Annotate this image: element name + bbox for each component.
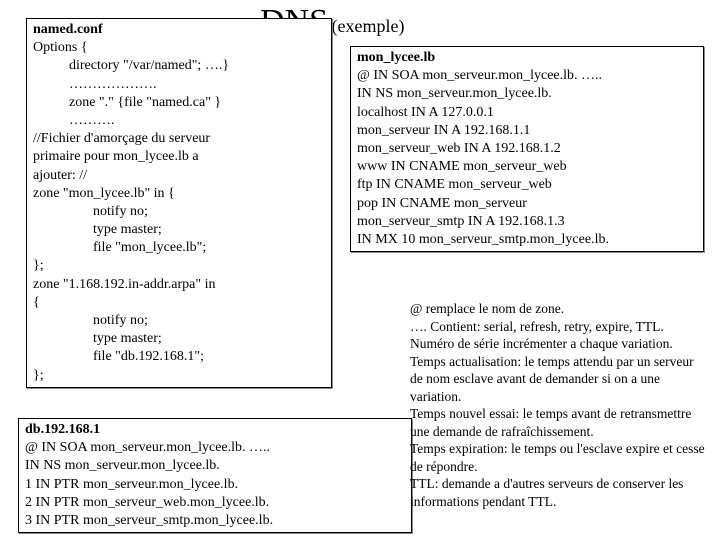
zone-line: mon_serveur IN A 192.168.1.1 bbox=[357, 122, 697, 140]
zone-line: localhost IN A 127.0.0.1 bbox=[357, 104, 697, 122]
named-conf-box: named.conf Options { directory "/var/nam… bbox=[26, 18, 332, 388]
named-line: Options { bbox=[33, 39, 325, 57]
named-line: }; bbox=[33, 257, 325, 275]
db-line: @ IN SOA mon_serveur.mon_lycee.lb. ….. bbox=[25, 439, 405, 457]
zone-line: mon_serveur_web IN A 192.168.1.2 bbox=[357, 140, 697, 158]
note-line: Numéro de série incrémenter a chaque var… bbox=[410, 335, 706, 353]
zone-line: www IN CNAME mon_serveur_web bbox=[357, 158, 697, 176]
zone-line: @ IN SOA mon_serveur.mon_lycee.lb. ….. bbox=[357, 67, 697, 85]
named-line: }; bbox=[33, 367, 325, 385]
named-line: { bbox=[33, 294, 325, 312]
db-heading: db.192.168.1 bbox=[25, 421, 405, 439]
note-line: @ remplace le nom de zone. bbox=[410, 300, 706, 318]
zone-heading: mon_lycee.lb bbox=[357, 49, 697, 67]
zone-line: IN NS mon_serveur.mon_lycee.lb. bbox=[357, 85, 697, 103]
title-small: (exemple) bbox=[332, 16, 405, 36]
note-line: Temps actualisation: le temps attendu pa… bbox=[410, 353, 706, 406]
zone-line: ftp IN CNAME mon_serveur_web bbox=[357, 176, 697, 194]
named-line: ………………. bbox=[33, 76, 325, 94]
zone-file-box: mon_lycee.lb @ IN SOA mon_serveur.mon_ly… bbox=[350, 46, 704, 252]
named-line: file "mon_lycee.lb"; bbox=[33, 239, 325, 257]
named-line: ………. bbox=[33, 112, 325, 130]
db-line: IN NS mon_serveur.mon_lycee.lb. bbox=[25, 457, 405, 475]
note-line: TTL: demande a d'autres serveurs de cons… bbox=[410, 475, 706, 510]
zone-line: IN MX 10 mon_serveur_smtp.mon_lycee.lb. bbox=[357, 231, 697, 249]
zone-line: pop IN CNAME mon_serveur bbox=[357, 195, 697, 213]
named-line: file "db.192.168.1"; bbox=[33, 348, 325, 366]
named-line: ajouter: // bbox=[33, 167, 325, 185]
named-line: zone "mon_lycee.lb" in { bbox=[33, 185, 325, 203]
named-line: primaire pour mon_lycee.lb a bbox=[33, 148, 325, 166]
named-line: zone "1.168.192.in-addr.arpa" in bbox=[33, 276, 325, 294]
zone-line: mon_serveur_smtp IN A 192.168.1.3 bbox=[357, 213, 697, 231]
db-file-box: db.192.168.1 @ IN SOA mon_serveur.mon_ly… bbox=[18, 418, 412, 533]
named-line: type master; bbox=[33, 221, 325, 239]
notes-block: @ remplace le nom de zone. …. Contient: … bbox=[410, 300, 706, 511]
named-line: notify no; bbox=[33, 312, 325, 330]
named-line: //Fichier d'amorçage du serveur bbox=[33, 130, 325, 148]
db-line: 3 IN PTR mon_serveur_smtp.mon_lycee.lb. bbox=[25, 512, 405, 530]
db-line: 1 IN PTR mon_serveur.mon_lycee.lb. bbox=[25, 476, 405, 494]
named-heading: named.conf bbox=[33, 21, 325, 39]
named-line: type master; bbox=[33, 330, 325, 348]
named-line: notify no; bbox=[33, 203, 325, 221]
note-line: Temps nouvel essai: le temps avant de re… bbox=[410, 405, 706, 440]
note-line: Temps expiration: le temps ou l'esclave … bbox=[410, 440, 706, 475]
note-line: …. Contient: serial, refresh, retry, exp… bbox=[410, 318, 706, 336]
db-line: 2 IN PTR mon_serveur_web.mon_lycee.lb. bbox=[25, 494, 405, 512]
named-line: directory "/var/named"; ….} bbox=[33, 57, 325, 75]
named-line: zone "." {file "named.ca" } bbox=[33, 94, 325, 112]
